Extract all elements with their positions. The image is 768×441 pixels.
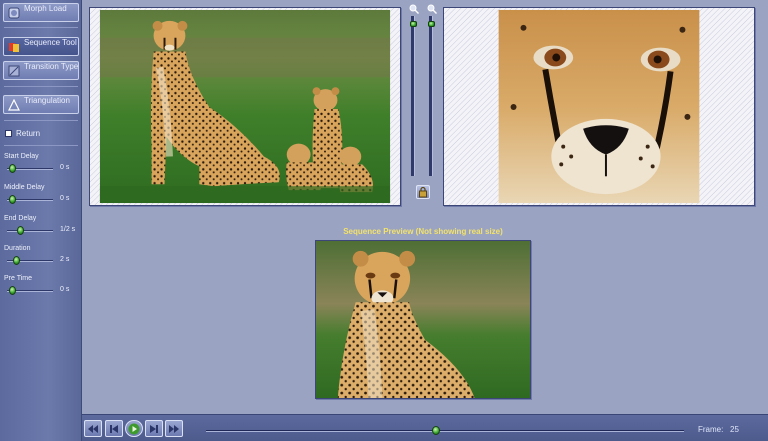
transition-types-label: Transition Types — [24, 62, 79, 71]
slider-value: 0 s — [60, 286, 70, 293]
zoomed-image-panel[interactable] — [443, 7, 755, 206]
slider-label: End Delay — [4, 215, 37, 222]
slider-knob[interactable] — [9, 286, 16, 295]
zoomed-image — [444, 8, 754, 205]
frame-label: Frame: — [698, 425, 724, 434]
morph-load-icon — [8, 7, 20, 19]
fast-forward-button[interactable] — [165, 420, 183, 437]
transition-types-button[interactable]: Transition Types — [3, 61, 79, 80]
slider-value: 0 s — [60, 195, 70, 202]
transition-types-icon — [8, 65, 20, 77]
sequence-tool-icon — [9, 43, 19, 52]
right-zoom-knob[interactable] — [428, 21, 435, 27]
middle-delay-slider[interactable]: Middle Delay 0 s — [3, 184, 79, 208]
sequence-preview-image — [316, 241, 530, 398]
frame-value: 25 — [730, 425, 739, 434]
slider-label: Middle Delay — [4, 184, 45, 191]
source-image — [90, 8, 400, 205]
return-checkbox[interactable]: Return — [5, 129, 77, 140]
step-back-button[interactable] — [105, 420, 123, 437]
sequence-tool-button[interactable]: Sequence Tool — [3, 37, 79, 56]
transport-bar: Frame: 25 — [82, 414, 768, 441]
zoom-in-icon[interactable] — [409, 4, 419, 14]
triangulation-button[interactable]: Triangulation — [3, 95, 79, 114]
start-delay-slider[interactable]: Start Delay 0 s — [3, 153, 79, 177]
duration-slider[interactable]: Duration 2 s — [3, 245, 79, 269]
sidebar: Morph Load Sequence Tool Transition Type… — [0, 0, 82, 441]
preview-caption: Sequence Preview (Not showing real size) — [343, 227, 503, 236]
rewind-button[interactable] — [84, 420, 102, 437]
timeline-knob[interactable] — [432, 426, 441, 435]
slider-value: 2 s — [60, 256, 70, 263]
slider-label: Start Delay — [4, 153, 39, 160]
return-checkbox-box[interactable] — [5, 130, 12, 137]
morph-load-button[interactable]: Morph Load — [3, 3, 79, 22]
step-back-icon — [110, 425, 118, 433]
slider-label: Duration — [4, 245, 31, 252]
triangulation-label: Triangulation — [24, 96, 70, 105]
slider-value: 0 s — [60, 164, 70, 171]
step-forward-icon — [150, 425, 158, 433]
timeline-track[interactable] — [206, 430, 684, 432]
sequence-tool-label: Sequence Tool — [24, 38, 77, 47]
slider-knob[interactable] — [9, 195, 16, 204]
fast-forward-icon — [169, 425, 179, 433]
rewind-icon — [88, 425, 98, 433]
zoom-out-icon[interactable] — [427, 4, 437, 14]
lock-icon — [419, 186, 427, 198]
morph-load-label: Morph Load — [24, 4, 67, 13]
lock-button[interactable] — [416, 185, 430, 199]
play-button[interactable] — [125, 420, 143, 437]
left-zoom-track[interactable] — [411, 16, 415, 176]
source-image-panel[interactable] — [89, 7, 401, 206]
triangulation-icon — [8, 99, 20, 111]
pre-time-slider[interactable]: Pre Time 0 s — [3, 275, 79, 299]
right-zoom-track[interactable] — [429, 16, 433, 176]
left-zoom-knob[interactable] — [410, 21, 417, 27]
return-checkbox-label: Return — [16, 129, 41, 138]
play-icon — [128, 423, 140, 435]
slider-label: Pre Time — [4, 275, 33, 282]
step-forward-button[interactable] — [145, 420, 163, 437]
slider-knob[interactable] — [13, 256, 20, 265]
slider-knob[interactable] — [9, 164, 16, 173]
sequence-preview-panel — [315, 240, 531, 399]
